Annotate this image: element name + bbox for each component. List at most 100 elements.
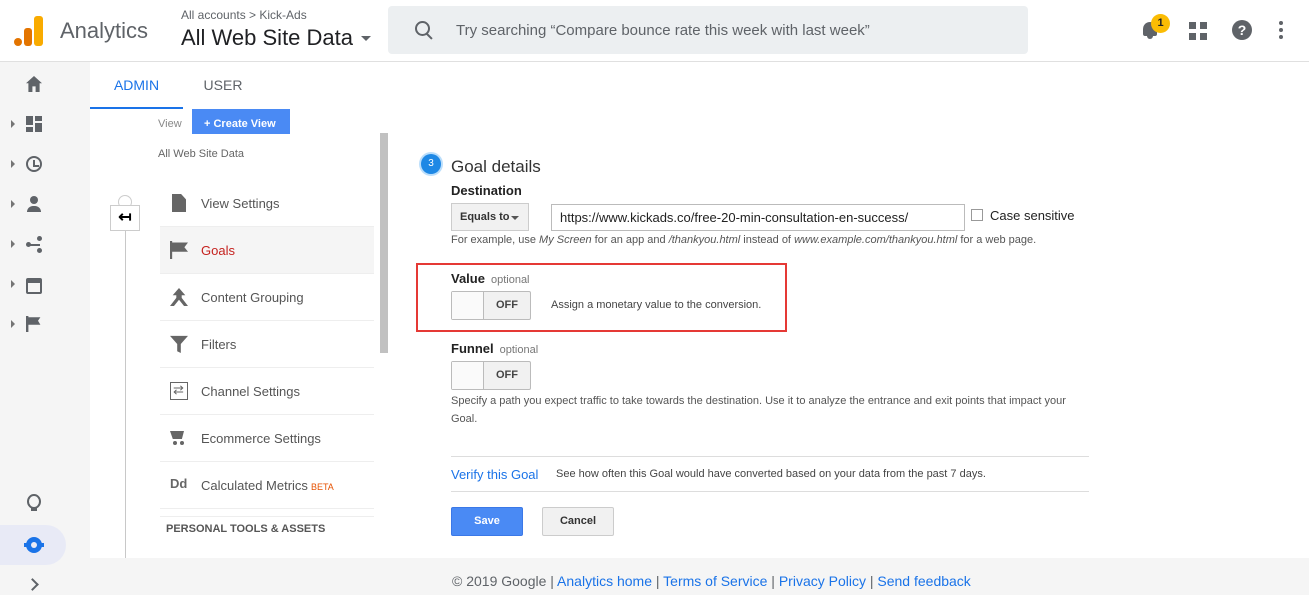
rail-home[interactable] xyxy=(0,66,70,102)
save-button[interactable]: Save xyxy=(451,507,523,536)
nav-item-channel-settings[interactable]: Channel Settings xyxy=(160,368,374,415)
dashboard-icon xyxy=(26,116,42,132)
app-name: Analytics xyxy=(60,18,149,43)
privacy-link[interactable]: Privacy Policy xyxy=(779,573,866,589)
nav-item-label: Goals xyxy=(201,242,235,258)
nav-item-view-settings[interactable]: View Settings xyxy=(160,180,374,227)
behavior-icon xyxy=(26,278,42,294)
divider xyxy=(451,456,1089,457)
toggle-knob xyxy=(452,292,484,319)
section-heading: PERSONAL TOOLS & ASSETS xyxy=(166,523,326,535)
analytics-home-link[interactable]: Analytics home xyxy=(557,573,652,589)
nav-item-calculated-metrics[interactable]: Dd Calculated Metrics BETA xyxy=(160,462,374,509)
step-number: 3 xyxy=(421,154,441,174)
gear-icon xyxy=(24,537,44,553)
rail-customization[interactable] xyxy=(0,106,70,142)
rail-conversions[interactable] xyxy=(0,306,70,342)
toggle-state: OFF xyxy=(496,369,518,381)
verify-help-text: See how often this Goal would have conve… xyxy=(556,468,986,480)
rail-audience[interactable] xyxy=(0,186,70,222)
rail-behavior[interactable] xyxy=(0,266,70,302)
tab-user[interactable]: USER xyxy=(183,62,263,109)
nav-item-label: Calculated Metrics BETA xyxy=(201,478,334,493)
tab-admin[interactable]: ADMIN xyxy=(90,62,183,109)
funnel-label: Funnel optional xyxy=(451,341,539,356)
nav-item-goals[interactable]: Goals xyxy=(160,227,374,274)
scrollbar[interactable] xyxy=(380,133,388,353)
divider xyxy=(160,516,374,517)
search-icon xyxy=(414,20,434,40)
apps-grid-icon[interactable] xyxy=(1189,22,1207,40)
destination-url-input[interactable] xyxy=(551,204,965,231)
search-input[interactable] xyxy=(456,21,976,39)
optional-label: optional xyxy=(490,274,530,286)
nav-item-ecommerce-settings[interactable]: Ecommerce Settings xyxy=(160,415,374,462)
flag-icon xyxy=(170,241,188,259)
lightbulb-icon[interactable] xyxy=(27,494,41,514)
cart-icon xyxy=(170,429,188,447)
view-label: View xyxy=(158,118,182,130)
notification-badge: 1 xyxy=(1151,14,1170,33)
chevron-down-icon xyxy=(361,35,372,41)
clock-icon xyxy=(26,156,42,172)
goal-details-title: Goal details xyxy=(451,157,541,176)
cancel-button[interactable]: Cancel xyxy=(542,507,614,536)
value-help-text: Assign a monetary value to the conversio… xyxy=(551,299,762,311)
value-label: Value optional xyxy=(451,271,530,286)
dd-icon: Dd xyxy=(170,476,188,491)
calculated-metrics-label: Calculated Metrics xyxy=(201,477,308,493)
case-sensitive-checkbox[interactable] xyxy=(971,209,983,221)
more-vert-icon[interactable] xyxy=(1279,21,1283,39)
account-breadcrumb[interactable]: All accounts > Kick-Ads xyxy=(181,8,307,22)
property-name: All Web Site Data xyxy=(181,25,354,50)
divider xyxy=(451,491,1089,492)
person-icon xyxy=(26,196,42,212)
nav-item-content-grouping[interactable]: Content Grouping xyxy=(160,274,374,321)
rail-admin[interactable] xyxy=(0,525,66,565)
flag-icon xyxy=(26,316,41,332)
verify-goal-link[interactable]: Verify this Goal xyxy=(451,467,538,482)
case-sensitive-label: Case sensitive xyxy=(990,208,1075,223)
beta-badge: BETA xyxy=(310,481,334,492)
nav-item-filters[interactable]: Filters xyxy=(160,321,374,368)
copyright: © 2019 Google xyxy=(452,573,547,589)
back-arrow-icon[interactable]: ↤ xyxy=(110,205,140,231)
timeline-line xyxy=(125,200,126,558)
nav-item-label: View Settings xyxy=(201,195,280,211)
create-view-button[interactable]: + Create View xyxy=(192,109,290,134)
value-toggle[interactable]: OFF xyxy=(451,291,531,320)
nav-item-label: Ecommerce Settings xyxy=(201,430,321,446)
property-selector[interactable]: All Web Site Data xyxy=(181,25,372,51)
toggle-state: OFF xyxy=(496,299,518,311)
view-name: All Web Site Data xyxy=(158,148,245,160)
destination-help-text: For example, use My Screen for an app an… xyxy=(451,234,1037,246)
content-grouping-icon xyxy=(170,288,188,306)
optional-label: optional xyxy=(499,344,539,356)
funnel-toggle[interactable]: OFF xyxy=(451,361,531,390)
left-rail xyxy=(0,62,70,595)
nav-item-label: Channel Settings xyxy=(201,383,301,399)
match-type-dropdown[interactable]: Equals to xyxy=(451,203,529,231)
chevron-down-icon xyxy=(511,216,519,220)
analytics-logo-icon[interactable] xyxy=(14,14,44,46)
channel-settings-icon xyxy=(170,382,188,400)
terms-link[interactable]: Terms of Service xyxy=(663,573,767,589)
top-bar: Analytics All accounts > Kick-Ads All We… xyxy=(0,0,1309,62)
filter-icon xyxy=(170,335,188,353)
chevron-right-icon[interactable] xyxy=(26,578,39,591)
funnel-help-text: Specify a path you expect traffic to tak… xyxy=(451,395,1066,425)
rail-realtime[interactable] xyxy=(0,146,70,182)
rail-acquisition[interactable] xyxy=(0,226,70,262)
home-icon xyxy=(26,76,42,92)
nav-item-label: Filters xyxy=(201,336,237,352)
toggle-knob xyxy=(452,362,484,389)
send-feedback-link[interactable]: Send feedback xyxy=(877,573,970,589)
view-nav-list: View Settings Goals Content Grouping Fil… xyxy=(160,180,374,509)
footer: © 2019 Google | Analytics home | Terms o… xyxy=(452,573,971,589)
destination-label: Destination xyxy=(451,183,522,198)
help-icon[interactable]: ? xyxy=(1232,20,1252,40)
admin-tabs: ADMIN USER xyxy=(90,62,1309,109)
search-bar[interactable] xyxy=(388,6,1028,54)
document-icon xyxy=(172,194,186,212)
match-type-value: Equals to xyxy=(460,211,510,223)
